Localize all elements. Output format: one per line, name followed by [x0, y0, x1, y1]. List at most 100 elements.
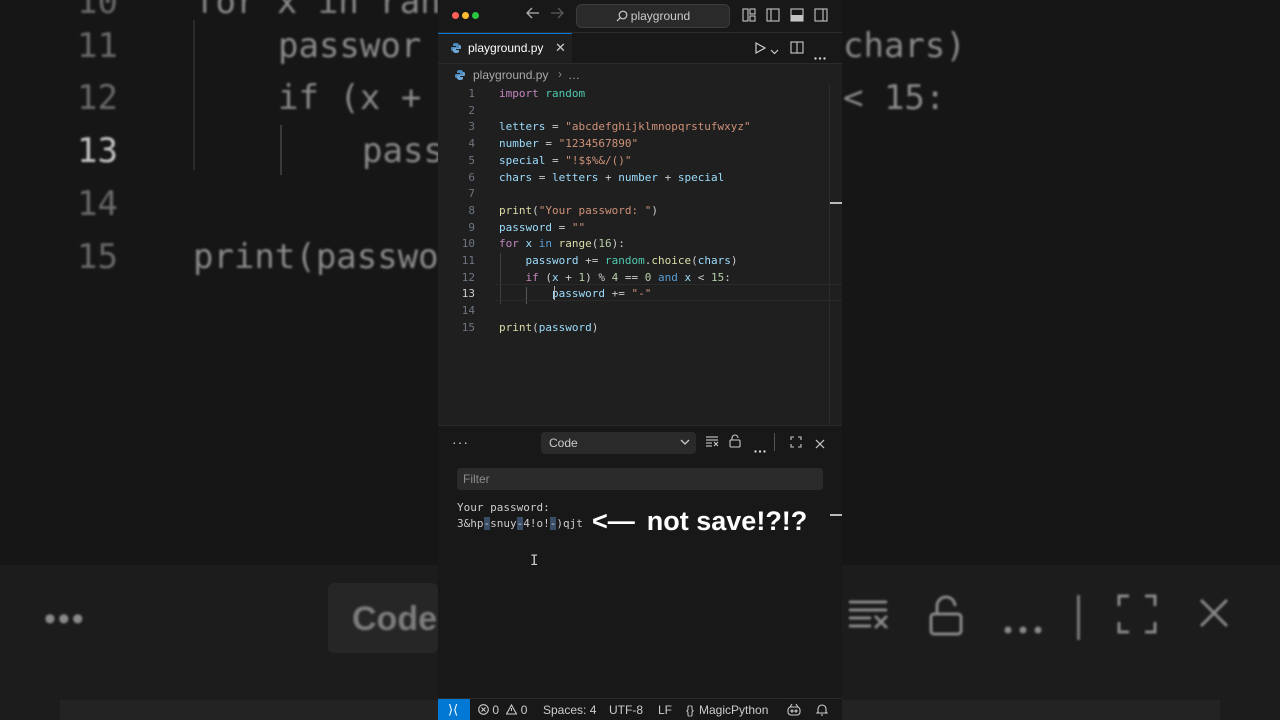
more-actions-icon[interactable]: [754, 440, 766, 458]
background-clear-icon: [847, 594, 891, 644]
password-chunk: 4!o!: [523, 517, 550, 530]
language-mode-status[interactable]: {} MagicPython: [686, 703, 768, 717]
eol-status[interactable]: LF: [658, 703, 672, 717]
code-line[interactable]: letters = "abcdefghijklmnopqrstufwxyz": [499, 118, 751, 135]
command-center-search[interactable]: playground: [576, 4, 730, 28]
background-line-number: 12: [77, 78, 118, 118]
background-indent-guide: [193, 20, 195, 170]
notifications-bell-icon[interactable]: [815, 703, 829, 719]
line-number: 11: [461, 254, 475, 267]
line-number: 1: [468, 87, 475, 100]
code-line[interactable]: if (x + 1) % 4 == 0 and x < 15:: [499, 269, 731, 286]
background-line-number: 10: [77, 0, 118, 22]
toggle-secondary-sidebar-icon[interactable]: [814, 8, 828, 22]
indentation-status[interactable]: Spaces: 4: [543, 703, 596, 717]
password-chunk: )qjt: [556, 517, 583, 530]
background-maximize-icon: [1117, 594, 1157, 644]
warning-count: 0: [520, 703, 528, 717]
background-code: for x in ran: [195, 0, 441, 22]
toggle-panel-icon[interactable]: [790, 8, 804, 22]
toggle-primary-sidebar-icon[interactable]: [766, 8, 780, 22]
back-arrow-icon[interactable]: [526, 6, 540, 24]
code-line[interactable]: print(password): [499, 319, 598, 336]
code-line[interactable]: print("Your password: "): [499, 202, 658, 219]
lock-scroll-icon[interactable]: [729, 434, 741, 453]
background-lock-icon: [928, 594, 964, 648]
background-more-icon: [1003, 600, 1043, 645]
output-channel-value: Code: [549, 436, 578, 450]
run-options-chevron-down-icon[interactable]: [770, 43, 779, 61]
clear-output-icon[interactable]: [705, 435, 719, 453]
line-number: 10: [461, 237, 475, 251]
remote-indicator[interactable]: ⟩⟨: [438, 699, 470, 720]
code-line[interactable]: special = "!$$%&/()": [499, 152, 631, 169]
breadcrumb: playground.py › …: [438, 64, 842, 86]
code-editor[interactable]: 1 import random 2 3 letters = "abcdefghijklm…: [438, 84, 842, 424]
problems-indicator[interactable]: 0 0: [478, 703, 527, 717]
line-number: 6: [468, 170, 475, 184]
copilot-icon[interactable]: [787, 703, 801, 719]
annotation-text: not save!?!?: [646, 506, 808, 536]
background-code: chars): [843, 26, 966, 66]
output-panel: ··· Code Filter Your password: 3&hp-snuy…: [438, 425, 842, 699]
scrollbar-cursor-marker: [830, 202, 842, 204]
code-line[interactable]: password = "": [499, 219, 585, 236]
search-label: playground: [630, 9, 691, 23]
line-number: 3: [468, 120, 475, 134]
output-filter-input[interactable]: Filter: [457, 468, 823, 490]
split-editor-icon[interactable]: [790, 41, 804, 59]
background-close-icon: [1198, 594, 1230, 639]
chevron-right-icon: ›: [558, 67, 562, 81]
line-number: 9: [468, 220, 475, 234]
python-file-icon: [455, 70, 465, 80]
output-password: 3&hp-snuy-4!o!-)qjt: [457, 517, 583, 530]
error-count: 0: [492, 703, 500, 717]
code-line[interactable]: for x in range(16):: [499, 235, 625, 252]
mouse-ibeam-cursor-icon: I: [530, 553, 539, 569]
language-label: MagicPython: [699, 703, 769, 717]
output-channel-select[interactable]: Code: [541, 432, 696, 454]
forward-arrow-icon[interactable]: [550, 6, 564, 24]
chevron-down-icon: [680, 439, 690, 445]
line-number: 13: [461, 287, 475, 301]
close-tab-icon[interactable]: ✕: [555, 40, 566, 56]
line-number: 5: [468, 153, 475, 167]
line-number: 8: [468, 203, 475, 217]
toolbar-separator: [774, 433, 775, 451]
encoding-status[interactable]: UTF-8: [609, 703, 643, 717]
close-panel-icon[interactable]: [815, 436, 825, 454]
password-chunk: snuy: [490, 517, 517, 530]
background-indent-guide: [280, 125, 282, 175]
line-number: 2: [468, 103, 475, 117]
customize-layout-icon[interactable]: [742, 8, 756, 22]
code-line[interactable]: number = "1234567890": [499, 135, 638, 152]
remote-icon: ⟩⟨: [448, 702, 459, 717]
breadcrumb-file[interactable]: playground.py: [473, 68, 548, 82]
background-line-number: 15: [77, 237, 118, 277]
code-line[interactable]: password += "-": [499, 285, 651, 302]
code-line[interactable]: import random: [499, 85, 585, 102]
maximize-panel-icon[interactable]: [790, 435, 802, 453]
zoom-window-button[interactable]: [472, 12, 479, 19]
line-number: 4: [468, 137, 475, 151]
tab-playground-py[interactable]: playground.py ✕: [438, 33, 572, 63]
code-line[interactable]: password += random.choice(chars): [499, 252, 738, 269]
background-separator: [1077, 595, 1080, 640]
line-number: 7: [468, 187, 475, 201]
minimize-window-button[interactable]: [462, 12, 469, 19]
panel-views-more-icon[interactable]: ···: [452, 434, 469, 450]
background-code: < 15:: [843, 78, 946, 118]
background-code: if (x +: [278, 78, 422, 118]
search-icon: [616, 10, 628, 22]
close-window-button[interactable]: [452, 12, 459, 19]
breadcrumb-symbols[interactable]: …: [568, 68, 580, 82]
run-python-icon[interactable]: [754, 41, 767, 59]
code-line[interactable]: chars = letters + number + special: [499, 169, 724, 186]
editor-scrollbar[interactable]: [829, 84, 830, 424]
panel-scrollbar-marker: [830, 514, 842, 516]
tab-label: playground.py: [468, 41, 544, 55]
status-bar: ⟩⟨ 0 0 Spaces: 4 UTF-8 LF {} MagicPython: [438, 698, 842, 720]
background-line-number: 14: [77, 184, 118, 224]
background-code: passwor: [278, 26, 422, 66]
more-actions-icon[interactable]: [814, 47, 826, 65]
